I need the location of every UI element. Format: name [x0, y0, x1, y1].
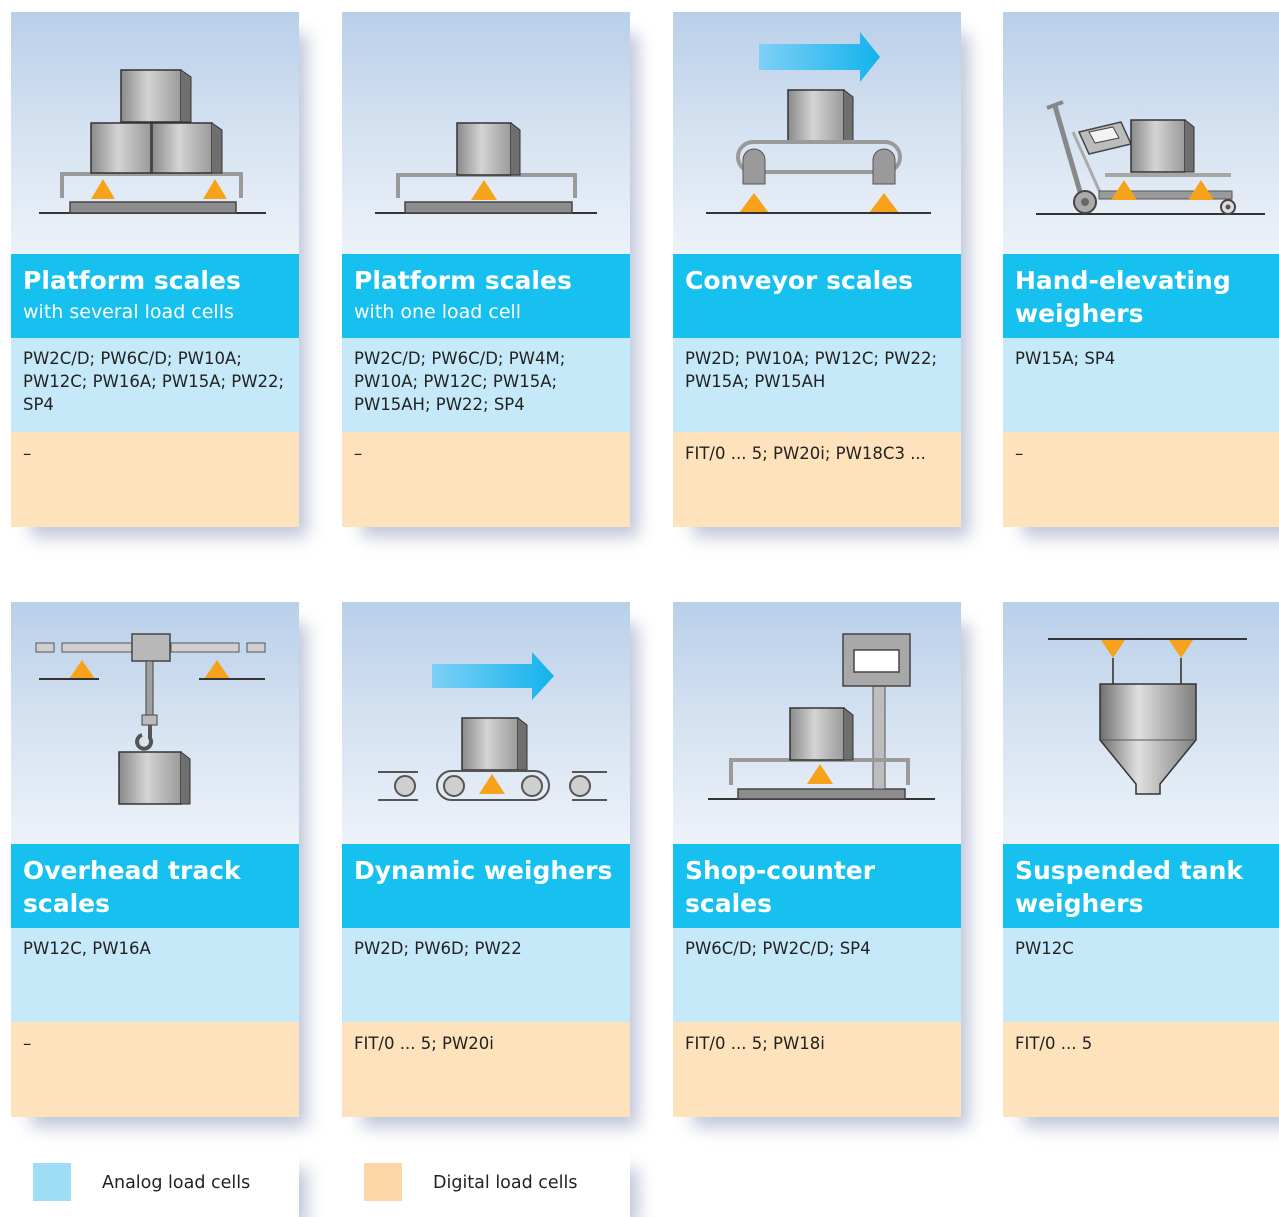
analog-load-cells-list: PW2C/D; PW6C/D; PW10A; PW12C; PW16A; PW1… — [11, 338, 299, 432]
suspended-tank-weigher-illustration — [1003, 602, 1279, 844]
card-title: Hand-elevating weighers — [1015, 266, 1231, 328]
card-shop-counter-scales: Shop-counter scales PW6C/D; PW2C/D; SP4 … — [673, 602, 961, 1117]
hand-elevating-weigher-illustration — [1003, 12, 1279, 254]
digital-load-cells-list: FIT/0 ... 5; PW20i; PW18C3 ... — [673, 432, 961, 527]
card-title: Platform scales — [23, 266, 241, 295]
shop-counter-scale-illustration — [673, 602, 961, 844]
platform-scale-one-illustration — [342, 12, 630, 254]
analog-load-cells-list: PW2D; PW6D; PW22 — [342, 928, 630, 1022]
analog-legend-label: Analog load cells — [102, 1173, 251, 1193]
card-dynamic-weighers: Dynamic weighers PW2D; PW6D; PW22 FIT/0 … — [342, 602, 630, 1117]
card-hand-elevating-weighers: Hand-elevating weighers PW15A; SP4 – — [1003, 12, 1279, 527]
card-suspended-tank-weighers: Suspended tank weighers PW12C FIT/0 ... … — [1003, 602, 1279, 1117]
card-title-band: Hand-elevating weighers — [1003, 254, 1279, 338]
digital-load-cells-list: – — [11, 1022, 299, 1117]
analog-color-swatch — [33, 1163, 71, 1201]
card-title-band: Platform scales with several load cells — [11, 254, 299, 338]
card-title: Dynamic weighers — [354, 856, 613, 885]
card-platform-scales-several: Platform scales with several load cells … — [11, 12, 299, 527]
card-title: Conveyor scales — [685, 266, 914, 295]
card-title: Shop-counter scales — [685, 856, 876, 918]
analog-load-cells-list: PW2C/D; PW6C/D; PW4M; PW10A; PW12C; PW15… — [342, 338, 630, 432]
card-title-band: Overhead track scales — [11, 844, 299, 928]
digital-load-cells-list: – — [11, 432, 299, 527]
card-title-band: Conveyor scales — [673, 254, 961, 338]
conveyor-scale-illustration — [673, 12, 961, 254]
analog-load-cells-list: PW15A; SP4 — [1003, 338, 1279, 432]
analog-load-cells-list: PW2D; PW10A; PW12C; PW22; PW15A; PW15AH — [673, 338, 961, 432]
digital-load-cells-list: – — [1003, 432, 1279, 527]
analog-load-cells-list: PW12C, PW16A — [11, 928, 299, 1022]
card-title: Platform scales — [354, 266, 572, 295]
analog-load-cells-list: PW6C/D; PW2C/D; SP4 — [673, 928, 961, 1022]
direction-arrow-icon — [432, 652, 554, 700]
dynamic-weigher-illustration — [342, 602, 630, 844]
direction-arrow-icon — [759, 32, 880, 82]
digital-legend-label: Digital load cells — [433, 1173, 578, 1193]
card-platform-scales-one: Platform scales with one load cell PW2C/… — [342, 12, 630, 527]
digital-load-cells-list: FIT/0 ... 5; PW20i — [342, 1022, 630, 1117]
card-conveyor-scales: Conveyor scales PW2D; PW10A; PW12C; PW22… — [673, 12, 961, 527]
platform-scale-several-illustration — [11, 12, 299, 254]
card-overhead-track-scales: Overhead track scales PW12C, PW16A – — [11, 602, 299, 1117]
card-title-band: Platform scales with one load cell — [342, 254, 630, 338]
card-subtitle: with several load cells — [23, 301, 234, 323]
card-title-band: Shop-counter scales — [673, 844, 961, 928]
digital-load-cells-list: – — [342, 432, 630, 527]
card-title-band: Suspended tank weighers — [1003, 844, 1279, 928]
card-title: Overhead track scales — [23, 856, 241, 918]
card-title: Suspended tank weighers — [1015, 856, 1244, 918]
card-subtitle: with one load cell — [354, 301, 522, 323]
digital-load-cells-list: FIT/0 ... 5; PW18i — [673, 1022, 961, 1117]
digital-load-cells-list: FIT/0 ... 5 — [1003, 1022, 1279, 1117]
digital-color-swatch — [364, 1163, 402, 1201]
overhead-track-scale-illustration — [11, 602, 299, 844]
card-title-band: Dynamic weighers — [342, 844, 630, 928]
analog-load-cells-list: PW12C — [1003, 928, 1279, 1022]
